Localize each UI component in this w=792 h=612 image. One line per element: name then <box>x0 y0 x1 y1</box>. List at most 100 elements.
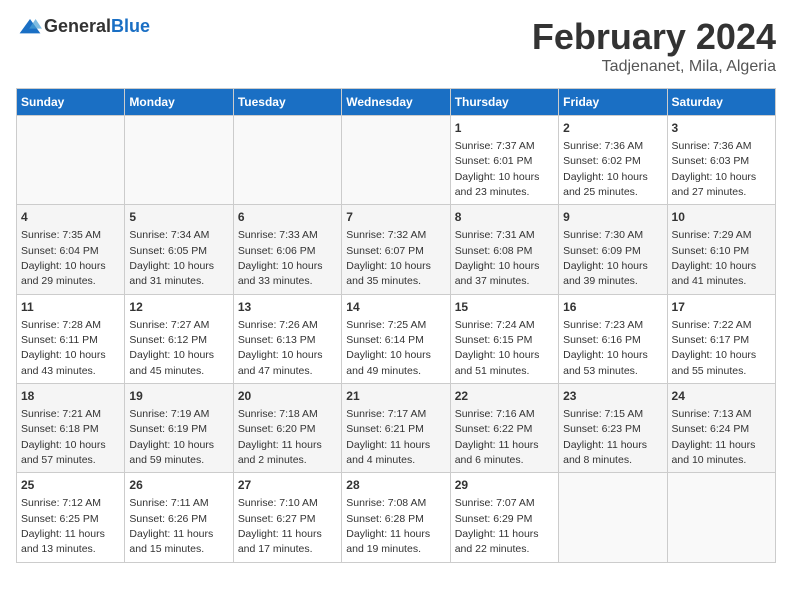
calendar-week-row: 4 Sunrise: 7:35 AM Sunset: 6:04 PM Daylig… <box>17 205 776 294</box>
day-number: 15 <box>455 299 554 316</box>
day-info: Sunrise: 7:16 AM Sunset: 6:22 PM Dayligh… <box>455 408 539 466</box>
day-info: Sunrise: 7:13 AM Sunset: 6:24 PM Dayligh… <box>672 408 756 466</box>
day-info: Sunrise: 7:30 AM Sunset: 6:09 PM Dayligh… <box>563 229 648 287</box>
calendar-cell: 21Sunrise: 7:17 AM Sunset: 6:21 PM Dayli… <box>342 384 450 473</box>
day-number: 25 <box>21 477 120 494</box>
calendar-cell: 27Sunrise: 7:10 AM Sunset: 6:27 PM Dayli… <box>233 473 341 562</box>
calendar-cell <box>342 116 450 205</box>
weekday-header: Sunday <box>17 89 125 116</box>
calendar-week-row: 25 Sunrise: 7:12 AM Sunset: 6:25 PM Dayli… <box>17 473 776 562</box>
calendar-cell: 26 Sunrise: 7:11 AM Sunset: 6:26 PM Dayli… <box>125 473 233 562</box>
calendar-cell: 10 Sunrise: 7:29 AM Sunset: 6:10 PM Dayli… <box>667 205 775 294</box>
day-info: Sunrise: 7:22 AM Sunset: 6:17 PM Dayligh… <box>672 319 757 377</box>
day-number: 1 <box>455 120 554 137</box>
day-number: 9 <box>563 209 662 226</box>
day-number: 19 <box>129 388 228 405</box>
day-number: 5 <box>129 209 228 226</box>
calendar-cell: 9 Sunrise: 7:30 AM Sunset: 6:09 PM Daylig… <box>559 205 667 294</box>
calendar-cell: 20 Sunrise: 7:18 AM Sunset: 6:20 PM Dayli… <box>233 384 341 473</box>
calendar-cell: 29 Sunrise: 7:07 AM Sunset: 6:29 PM Dayli… <box>450 473 558 562</box>
calendar-cell: 28 Sunrise: 7:08 AM Sunset: 6:28 PM Dayli… <box>342 473 450 562</box>
day-number: 2 <box>563 120 662 137</box>
calendar-header-row: SundayMondayTuesdayWednesdayThursdayFrid… <box>17 89 776 116</box>
day-info: Sunrise: 7:29 AM Sunset: 6:10 PM Dayligh… <box>672 229 757 287</box>
title-block: February 2024 Tadjenanet, Mila, Algeria <box>532 16 776 76</box>
day-number: 12 <box>129 299 228 316</box>
day-info: Sunrise: 7:11 AM Sunset: 6:26 PM Dayligh… <box>129 497 213 555</box>
calendar-cell: 19 Sunrise: 7:19 AM Sunset: 6:19 PM Dayli… <box>125 384 233 473</box>
calendar-week-row: 11 Sunrise: 7:28 AM Sunset: 6:11 PM Dayli… <box>17 294 776 383</box>
day-number: 24 <box>672 388 771 405</box>
logo-blue: Blue <box>111 16 150 36</box>
day-info: Sunrise: 7:25 AM Sunset: 6:14 PM Dayligh… <box>346 319 431 377</box>
day-info: Sunrise: 7:24 AM Sunset: 6:15 PM Dayligh… <box>455 319 540 377</box>
day-info: Sunrise: 7:21 AM Sunset: 6:18 PM Dayligh… <box>21 408 106 466</box>
day-info: Sunrise: 7:18 AM Sunset: 6:20 PM Dayligh… <box>238 408 322 466</box>
calendar-cell: 22 Sunrise: 7:16 AM Sunset: 6:22 PM Dayli… <box>450 384 558 473</box>
calendar-cell: 5 Sunrise: 7:34 AM Sunset: 6:05 PM Daylig… <box>125 205 233 294</box>
day-info: Sunrise: 7:23 AM Sunset: 6:16 PM Dayligh… <box>563 319 648 377</box>
day-number: 22 <box>455 388 554 405</box>
day-info: Sunrise: 7:33 AM Sunset: 6:06 PM Dayligh… <box>238 229 323 287</box>
calendar-cell: 1 Sunrise: 7:37 AM Sunset: 6:01 PM Daylig… <box>450 116 558 205</box>
day-info: Sunrise: 7:36 AM Sunset: 6:02 PM Dayligh… <box>563 140 648 198</box>
day-info: Sunrise: 7:19 AM Sunset: 6:19 PM Dayligh… <box>129 408 214 466</box>
calendar-cell: 18 Sunrise: 7:21 AM Sunset: 6:18 PM Dayli… <box>17 384 125 473</box>
logo: GeneralBlue <box>16 16 150 37</box>
calendar-cell: 11 Sunrise: 7:28 AM Sunset: 6:11 PM Dayli… <box>17 294 125 383</box>
day-info: Sunrise: 7:35 AM Sunset: 6:04 PM Dayligh… <box>21 229 106 287</box>
page-header: GeneralBlue February 2024 Tadjenanet, Mi… <box>16 16 776 76</box>
calendar-cell: 24 Sunrise: 7:13 AM Sunset: 6:24 PM Dayli… <box>667 384 775 473</box>
day-number: 26 <box>129 477 228 494</box>
calendar-cell: 12Sunrise: 7:27 AM Sunset: 6:12 PM Dayli… <box>125 294 233 383</box>
day-number: 18 <box>21 388 120 405</box>
day-info: Sunrise: 7:37 AM Sunset: 6:01 PM Dayligh… <box>455 140 540 198</box>
day-info: Sunrise: 7:12 AM Sunset: 6:25 PM Dayligh… <box>21 497 105 555</box>
calendar-cell <box>667 473 775 562</box>
day-info: Sunrise: 7:36 AM Sunset: 6:03 PM Dayligh… <box>672 140 757 198</box>
day-number: 13 <box>238 299 337 316</box>
calendar-body: 1 Sunrise: 7:37 AM Sunset: 6:01 PM Daylig… <box>17 116 776 563</box>
calendar-week-row: 18 Sunrise: 7:21 AM Sunset: 6:18 PM Dayli… <box>17 384 776 473</box>
calendar-week-row: 1 Sunrise: 7:37 AM Sunset: 6:01 PM Daylig… <box>17 116 776 205</box>
subtitle: Tadjenanet, Mila, Algeria <box>532 58 776 76</box>
day-number: 27 <box>238 477 337 494</box>
day-info: Sunrise: 7:26 AM Sunset: 6:13 PM Dayligh… <box>238 319 323 377</box>
weekday-header: Wednesday <box>342 89 450 116</box>
day-number: 10 <box>672 209 771 226</box>
day-info: Sunrise: 7:32 AM Sunset: 6:07 PM Dayligh… <box>346 229 431 287</box>
day-number: 29 <box>455 477 554 494</box>
calendar-cell <box>125 116 233 205</box>
day-info: Sunrise: 7:07 AM Sunset: 6:29 PM Dayligh… <box>455 497 539 555</box>
calendar-cell: 16 Sunrise: 7:23 AM Sunset: 6:16 PM Dayli… <box>559 294 667 383</box>
calendar-cell: 6Sunrise: 7:33 AM Sunset: 6:06 PM Daylig… <box>233 205 341 294</box>
day-number: 16 <box>563 299 662 316</box>
logo-general: General <box>44 16 111 36</box>
calendar-cell: 23Sunrise: 7:15 AM Sunset: 6:23 PM Dayli… <box>559 384 667 473</box>
main-title: February 2024 <box>532 16 776 58</box>
day-number: 23 <box>563 388 662 405</box>
calendar-table: SundayMondayTuesdayWednesdayThursdayFrid… <box>16 88 776 563</box>
weekday-header: Thursday <box>450 89 558 116</box>
day-number: 11 <box>21 299 120 316</box>
day-info: Sunrise: 7:08 AM Sunset: 6:28 PM Dayligh… <box>346 497 430 555</box>
day-number: 28 <box>346 477 445 494</box>
day-number: 20 <box>238 388 337 405</box>
calendar-cell: 13 Sunrise: 7:26 AM Sunset: 6:13 PM Dayli… <box>233 294 341 383</box>
weekday-header: Saturday <box>667 89 775 116</box>
day-number: 4 <box>21 209 120 226</box>
calendar-cell: 7Sunrise: 7:32 AM Sunset: 6:07 PM Daylig… <box>342 205 450 294</box>
day-number: 8 <box>455 209 554 226</box>
logo-icon <box>18 17 42 37</box>
calendar-cell: 14 Sunrise: 7:25 AM Sunset: 6:14 PM Dayli… <box>342 294 450 383</box>
day-info: Sunrise: 7:28 AM Sunset: 6:11 PM Dayligh… <box>21 319 106 377</box>
calendar-cell <box>17 116 125 205</box>
day-info: Sunrise: 7:31 AM Sunset: 6:08 PM Dayligh… <box>455 229 540 287</box>
day-number: 14 <box>346 299 445 316</box>
calendar-cell: 8 Sunrise: 7:31 AM Sunset: 6:08 PM Daylig… <box>450 205 558 294</box>
calendar-cell: 17 Sunrise: 7:22 AM Sunset: 6:17 PM Dayli… <box>667 294 775 383</box>
calendar-cell: 15 Sunrise: 7:24 AM Sunset: 6:15 PM Dayli… <box>450 294 558 383</box>
day-number: 17 <box>672 299 771 316</box>
calendar-cell <box>559 473 667 562</box>
day-info: Sunrise: 7:34 AM Sunset: 6:05 PM Dayligh… <box>129 229 214 287</box>
